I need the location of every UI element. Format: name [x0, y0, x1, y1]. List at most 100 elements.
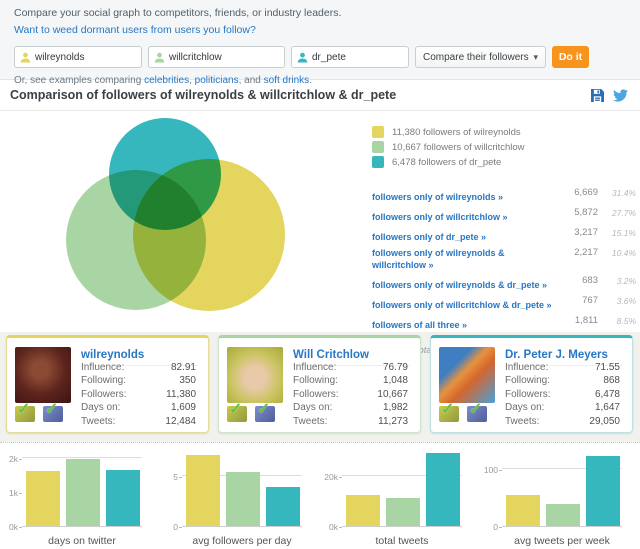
compare-mode-selected-value: Compare their followers	[423, 52, 529, 63]
chart-plot-area	[342, 449, 462, 527]
profile-stat-row: Tweets:12,484	[81, 415, 196, 428]
profile-stat-row: Days on: 1,982	[293, 401, 408, 414]
follower-thumb[interactable]: ✓	[439, 406, 459, 422]
username-field-2-wrap	[148, 46, 285, 68]
profile-stat-value: 1,647	[595, 401, 620, 414]
page-title: Comparison of followers of wilreynolds &…	[10, 88, 591, 102]
axis-tick-label: 100	[480, 465, 498, 475]
follower-thumb[interactable]: ✓	[255, 406, 275, 422]
chart-title: avg followers per day	[182, 535, 302, 547]
chart-bar-dr_pete	[106, 470, 140, 526]
follower-thumb[interactable]: ✓	[43, 406, 63, 422]
chart-bar-dr_pete	[426, 453, 460, 526]
username-field-1-wrap	[14, 46, 142, 68]
axis-tick-mark	[499, 527, 502, 528]
chart-title: days on twitter	[22, 535, 142, 547]
stats-link[interactable]: followers only of wilreynolds & willcrit…	[372, 247, 557, 271]
axis-tick-mark	[19, 493, 22, 494]
stats-row: followers only of willcritchlow »5,872 27…	[372, 207, 636, 225]
profile-avatar[interactable]	[15, 347, 71, 403]
compare-form-row: Compare their followers ▾ Do it	[14, 46, 640, 68]
profile-stat-label: Tweets:	[293, 415, 327, 428]
profile-stat-value: 6,478	[595, 388, 620, 401]
stats-link[interactable]: followers only of willcritchlow »	[372, 211, 557, 223]
profile-stat-row: Following:868	[505, 374, 620, 387]
profile-stat-value: 868	[603, 374, 620, 387]
profile-stats: Influence:82.91Following:350Followers:11…	[81, 361, 196, 428]
chart-bar-wilreynolds	[26, 471, 60, 526]
twitter-share-icon[interactable]	[613, 89, 628, 102]
profile-name-link[interactable]: Dr. Peter J. Meyers	[505, 349, 608, 361]
legend-item: 6,478 followers of dr_pete	[372, 156, 525, 168]
axis-tick-mark	[339, 477, 342, 478]
follower-thumb[interactable]: ✓	[467, 406, 487, 422]
legend-label: 10,667 followers of willcritchlow	[392, 142, 525, 153]
follower-thumb[interactable]: ✓	[15, 406, 35, 422]
do-it-button[interactable]: Do it	[552, 46, 589, 68]
compare-mode-select[interactable]: Compare their followers ▾	[415, 46, 546, 68]
example-link-soft-drinks[interactable]: soft drinks	[264, 75, 310, 86]
profile-stat-label: Influence:	[81, 361, 124, 374]
profile-stat-value: 1,609	[171, 401, 196, 414]
profile-stat-label: Following:	[81, 374, 126, 387]
profile-stat-label: Days on:	[293, 401, 332, 414]
stats-percent: 31.4%	[602, 187, 636, 199]
username-input-1[interactable]	[35, 47, 139, 67]
stats-link[interactable]: followers only of willcritchlow & dr_pet…	[372, 299, 557, 311]
chart-bar-dr_pete	[586, 456, 620, 526]
check-icon: ✓	[229, 402, 242, 418]
save-report-icon[interactable]	[591, 89, 604, 102]
stats-link[interactable]: followers only of wilreynolds & dr_pete …	[372, 279, 557, 291]
stats-percent: 3.2%	[602, 275, 636, 287]
profile-name-link[interactable]: wilreynolds	[81, 349, 144, 361]
examples-end: .	[309, 75, 312, 86]
profile-avatar[interactable]	[439, 347, 495, 403]
legend-item: 10,667 followers of willcritchlow	[372, 141, 525, 153]
profile-stat-label: Influence:	[293, 361, 336, 374]
profile-stat-row: Tweets:29,050	[505, 415, 620, 428]
profile-stat-row: Following:1,048	[293, 374, 408, 387]
chart-bar-wilreynolds	[346, 495, 380, 526]
legend-item: 11,380 followers of wilreynolds	[372, 126, 525, 138]
profile-stat-label: Followers:	[505, 388, 551, 401]
username-input-3[interactable]	[312, 47, 406, 67]
chart-bar-wilreynolds	[186, 455, 220, 526]
follower-thumb[interactable]: ✓	[227, 406, 247, 422]
example-link-politicians[interactable]: politicians	[195, 75, 239, 86]
mini-chart: 05avg followers per day	[160, 443, 320, 549]
stats-percent: 27.7%	[602, 207, 636, 219]
stats-link[interactable]: followers only of wilreynolds »	[372, 191, 557, 203]
stats-rows: followers only of wilreynolds »6,66931.4…	[372, 187, 636, 333]
profile-avatar[interactable]	[227, 347, 283, 403]
profile-stat-value: 11,380	[166, 388, 196, 401]
profile-stat-value: 11,273	[378, 415, 408, 428]
example-link-celebrities[interactable]: celebrities	[144, 75, 189, 86]
profile-stat-value: 1,982	[383, 401, 408, 414]
chart-title: avg tweets per week	[502, 535, 622, 547]
legend-swatch	[372, 126, 384, 138]
stats-row: followers only of wilreynolds & willcrit…	[372, 247, 636, 273]
stats-link[interactable]: followers of all three »	[372, 319, 557, 331]
stats-value: 1,811	[543, 315, 598, 327]
weed-dormant-link[interactable]: Want to weed dormant users from users yo…	[14, 23, 256, 37]
stats-link[interactable]: followers only of dr_pete »	[372, 231, 557, 243]
profile-stat-value: 10,667	[377, 388, 408, 401]
venn-stats: followers only of wilreynolds »6,66931.4…	[372, 187, 636, 358]
profile-stat-value: 82.91	[171, 361, 196, 374]
stats-row: followers of all three »1,8118.5%	[372, 315, 636, 333]
profile-stat-value: 76.79	[383, 361, 408, 374]
follower-thumbs: ✓✓	[439, 406, 487, 422]
chart-bar-wilreynolds	[506, 495, 540, 526]
stats-value: 3,217	[543, 227, 598, 239]
profile-name-link[interactable]: Will Critchlow	[293, 349, 369, 361]
axis-tick-label: 0	[160, 522, 178, 532]
mini-chart: 0k20ktotal tweets	[320, 443, 480, 549]
chart-bar-dr_pete	[266, 487, 300, 526]
stats-value: 5,872	[543, 207, 598, 219]
stats-value: 767	[543, 295, 598, 307]
chart-plot-area	[22, 449, 142, 527]
check-icon: ✓	[257, 402, 270, 418]
username-input-2[interactable]	[169, 47, 282, 67]
mini-chart: 0k1k2kdays on twitter	[0, 443, 160, 549]
examples-sep: , and	[239, 75, 264, 86]
